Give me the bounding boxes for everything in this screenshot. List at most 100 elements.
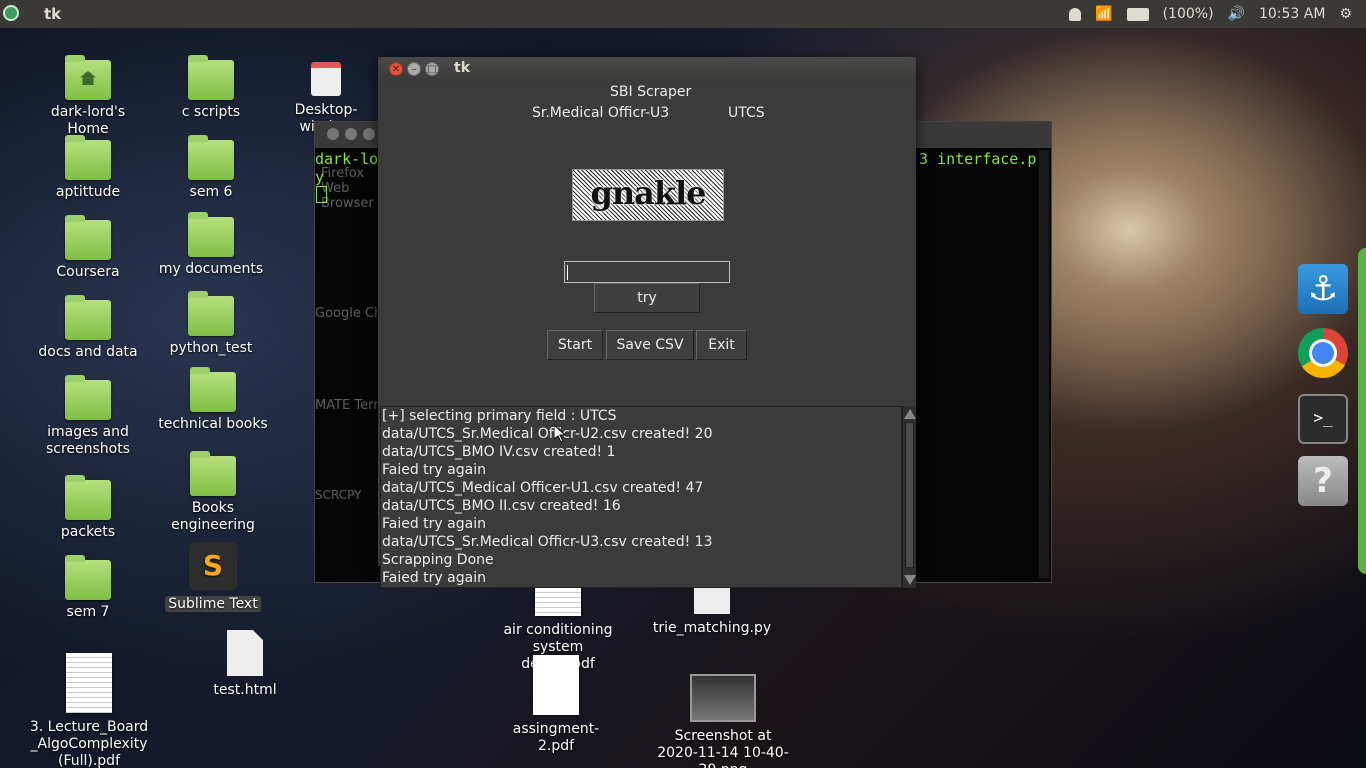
desktop-icon-books-engineering[interactable]: Books engineering bbox=[153, 451, 273, 534]
desktop-icon-home[interactable]: dark-lord's Home bbox=[28, 55, 148, 138]
desktop-icon-label: images and screenshots bbox=[45, 424, 131, 457]
log-line: data/UTCS_BMO IV.csv created! 1 bbox=[382, 444, 616, 460]
folder-icon bbox=[65, 295, 111, 340]
desktop-icon-label: sem 6 bbox=[189, 184, 233, 200]
log-line: Faied try again bbox=[382, 516, 486, 532]
desktop-icon-images-screenshots[interactable]: images and screenshots bbox=[28, 375, 148, 458]
desktop-icon-label: Firefox Web Browser bbox=[321, 166, 374, 211]
log-line: data/UTCS_Medical Officer-U1.csv created… bbox=[382, 480, 704, 496]
tk-window-titlebar[interactable]: ✕ – □ tk bbox=[378, 57, 916, 81]
folder-icon bbox=[65, 375, 111, 420]
home-folder-icon bbox=[65, 55, 111, 100]
log-textbox[interactable]: [+] selecting primary field : UTCS data/… bbox=[380, 406, 902, 588]
desktop-icon-label: dark-lord's Home bbox=[50, 104, 126, 137]
terminal-line: 3 interface.p bbox=[919, 150, 1037, 168]
log-scrollbar[interactable] bbox=[902, 406, 916, 588]
close-icon[interactable] bbox=[327, 128, 339, 140]
pdf-file-icon bbox=[533, 655, 579, 715]
desktop-icon-label: test.html bbox=[213, 682, 277, 698]
volume-icon[interactable]: 🔊 bbox=[1228, 6, 1245, 22]
desktop-icon-label: aptittude bbox=[55, 184, 121, 200]
log-line: data/UTCS_Sr.Medical Officr-U2.csv creat… bbox=[382, 426, 713, 442]
app-icon bbox=[311, 62, 341, 96]
start-button[interactable]: Start bbox=[547, 330, 603, 360]
window-title: tk bbox=[454, 60, 471, 76]
log-line: Faied try again bbox=[382, 462, 486, 478]
minimize-icon[interactable] bbox=[345, 128, 357, 140]
desktop-icon-label: assingment-2.pdf bbox=[512, 721, 600, 754]
pdf-file-icon bbox=[66, 653, 112, 713]
folder-icon bbox=[188, 291, 234, 336]
app-heading: SBI Scraper bbox=[610, 84, 692, 100]
dimmed-desktop-icons: Firefox Web Browser Google Chrom MATE Te… bbox=[315, 166, 408, 546]
desktop-icon-coursera[interactable]: Coursera bbox=[28, 215, 148, 281]
scroll-down-arrow-icon[interactable] bbox=[904, 575, 916, 585]
folder-icon bbox=[188, 135, 234, 180]
maximize-icon[interactable]: □ bbox=[425, 62, 439, 76]
scrollbar-thumb[interactable] bbox=[905, 422, 914, 568]
image-file-icon bbox=[690, 674, 756, 722]
folder-icon bbox=[65, 215, 111, 260]
post-label: Sr.Medical Officr-U3 bbox=[532, 105, 670, 121]
log-line: [+] selecting primary field : UTCS bbox=[382, 408, 617, 424]
chrome-icon[interactable] bbox=[1298, 328, 1348, 378]
log-line: data/UTCS_BMO II.csv created! 16 bbox=[382, 498, 621, 514]
desktop-icon-python-test[interactable]: python_test bbox=[151, 291, 271, 357]
scroll-up-arrow-icon[interactable] bbox=[904, 409, 916, 419]
save-csv-button[interactable]: Save CSV bbox=[606, 330, 694, 360]
close-icon[interactable]: ✕ bbox=[389, 62, 403, 76]
desktop-icon-sublime[interactable]: S Sublime Text bbox=[153, 542, 273, 613]
dock-edge bbox=[1358, 248, 1366, 574]
desktop-icon-technical-books[interactable]: technical books bbox=[153, 367, 273, 433]
desktop-icon-label: Books engineering bbox=[171, 500, 255, 533]
sublime-text-icon: S bbox=[189, 542, 237, 590]
system-tray: 📶 (100%) 🔊 10:53 AM ⚙ bbox=[1069, 0, 1366, 28]
log-line: Faied try again bbox=[382, 570, 486, 586]
battery-percentage[interactable]: (100%) bbox=[1163, 6, 1214, 22]
desktop-icon-label: python_test bbox=[169, 340, 253, 356]
desktop-icon-aptitude[interactable]: aptittude bbox=[28, 135, 148, 201]
try-button[interactable]: try bbox=[594, 283, 700, 313]
captcha-input[interactable] bbox=[564, 261, 730, 283]
folder-icon bbox=[188, 212, 234, 257]
desktop-icon-lecture-board[interactable]: 3. Lecture_Board_AlgoComplexity(Full).pd… bbox=[28, 653, 150, 768]
desktop-icon-c-scripts[interactable]: c scripts bbox=[151, 55, 271, 121]
folder-icon bbox=[190, 451, 236, 496]
notification-bell-icon[interactable] bbox=[1069, 7, 1082, 21]
html-file-icon bbox=[227, 630, 263, 676]
tk-window-body: SBI Scraper Sr.Medical Officr-U3 UTCS gn… bbox=[378, 81, 916, 588]
minimize-icon[interactable]: – bbox=[407, 62, 421, 76]
desktop-icon-sem6[interactable]: sem 6 bbox=[151, 135, 271, 201]
battery-icon[interactable] bbox=[1126, 7, 1149, 21]
exit-button[interactable]: Exit bbox=[696, 330, 747, 360]
desktop-icon-label: docs and data bbox=[38, 344, 138, 360]
desktop-icon-label: trie_matching.py bbox=[652, 620, 772, 636]
terminal-icon[interactable]: >_ bbox=[1298, 394, 1348, 444]
folder-icon bbox=[65, 135, 111, 180]
desktop-icon-assignment2[interactable]: assingment-2.pdf bbox=[496, 655, 616, 755]
log-line: Scrapping Done bbox=[382, 552, 494, 568]
desktop-icon-test-html[interactable]: test.html bbox=[185, 630, 305, 699]
wifi-icon[interactable]: 📶 bbox=[1095, 6, 1112, 22]
terminal-scrollbar[interactable] bbox=[1039, 150, 1049, 578]
desktop-icon-sem7[interactable]: sem 7 bbox=[28, 555, 148, 621]
maximize-icon[interactable] bbox=[363, 128, 375, 140]
desktop-icon-screenshot[interactable]: Screenshot at 2020-11-14 10-40-29.png bbox=[655, 674, 791, 768]
desktop-icon-my-documents[interactable]: my documents bbox=[151, 212, 271, 278]
desktop-icon-label: my documents bbox=[158, 261, 264, 277]
desktop-icon-packets[interactable]: packets bbox=[28, 475, 148, 541]
folder-icon bbox=[190, 367, 236, 412]
clock[interactable]: 10:53 AM bbox=[1259, 6, 1325, 22]
anchor-app-icon[interactable]: ⚓ bbox=[1298, 264, 1348, 314]
folder-icon bbox=[188, 55, 234, 100]
active-app-title: tk bbox=[44, 5, 62, 23]
field-label: UTCS bbox=[728, 105, 765, 121]
session-gear-icon[interactable]: ⚙ bbox=[1339, 6, 1352, 22]
tk-window: ✕ – □ tk SBI Scraper Sr.Medical Officr-U… bbox=[378, 57, 916, 588]
desktop-icon-label: Coursera bbox=[56, 264, 120, 280]
desktop-icon-docs-and-data[interactable]: docs and data bbox=[28, 295, 148, 361]
desktop-icon-label: SCRCPY bbox=[315, 488, 362, 502]
ubuntu-mate-logo-icon[interactable] bbox=[3, 5, 19, 21]
desktop-icon-label: technical books bbox=[158, 416, 268, 432]
help-icon[interactable]: ? bbox=[1298, 456, 1348, 506]
